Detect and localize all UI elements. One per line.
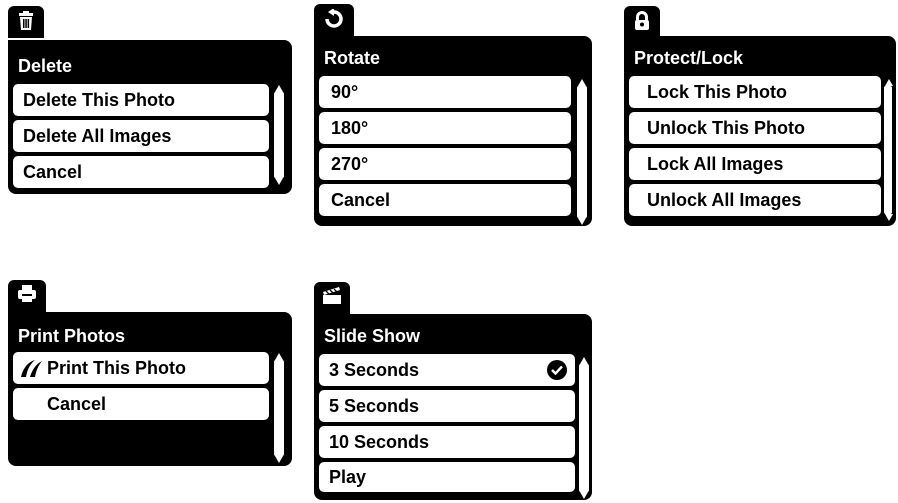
rotate-menu: Rotate 90° 180° 270° Cancel — [314, 4, 592, 226]
menu-item-cancel[interactable]: Cancel — [13, 156, 269, 188]
menu-item-label: Delete This Photo — [23, 89, 176, 110]
print-icon — [18, 285, 36, 302]
print-photos-menu-panel: Print Photos Print This Photo Cancel — [8, 312, 292, 466]
menu-item-lock-this-photo[interactable]: Lock This Photo — [629, 76, 881, 108]
protect-lock-menu-tab — [624, 6, 660, 38]
menu-item-label: Print This Photo — [47, 357, 186, 378]
menu-item-delete-all-images[interactable]: Delete All Images — [13, 120, 269, 152]
print-photos-menu-scrollbar[interactable] — [274, 353, 284, 463]
menu-item-label: Unlock All Images — [647, 189, 802, 210]
menu-item-3-seconds[interactable]: 3 Seconds — [319, 354, 575, 386]
menu-item-lock-all-images[interactable]: Lock All Images — [629, 148, 881, 180]
menu-item-label: Lock All Images — [647, 153, 784, 174]
print-photos-menu: Print Photos Print This Photo Cancel — [8, 280, 292, 466]
slide-show-menu-scrollbar[interactable] — [579, 357, 589, 499]
protect-lock-menu-title: Protect/Lock — [634, 48, 744, 68]
rotate-icon — [325, 9, 343, 28]
menu-item-unlock-this-photo[interactable]: Unlock This Photo — [629, 112, 881, 144]
print-photos-menu-title: Print Photos — [18, 326, 125, 346]
menu-item-label: Unlock This Photo — [647, 117, 806, 138]
menu-item-label: 180° — [331, 117, 369, 138]
delete-menu: Delete Delete This Photo Delete All Imag… — [8, 6, 292, 194]
menu-item-label: 90° — [331, 81, 359, 102]
menu-item-unlock-all-images[interactable]: Unlock All Images — [629, 184, 881, 216]
menu-item-label: 10 Seconds — [329, 431, 430, 452]
slide-show-menu-panel: Slide Show 3 Seconds 5 Seconds 10 Second… — [314, 314, 592, 500]
checkmark-icon — [547, 360, 567, 380]
rotate-menu-panel: Rotate 90° 180° 270° Cancel — [314, 36, 592, 226]
menu-item-label: Lock This Photo — [647, 81, 788, 102]
print-photos-menu-tab — [8, 280, 46, 312]
menu-item-90-degrees[interactable]: 90° — [319, 76, 571, 108]
rotate-menu-title: Rotate — [324, 48, 381, 68]
menu-item-play[interactable]: Play — [319, 462, 575, 492]
menu-item-cancel[interactable]: Cancel — [13, 388, 269, 420]
rotate-menu-scrollbar[interactable] — [577, 79, 587, 225]
menu-item-print-this-photo[interactable]: Print This Photo — [13, 352, 269, 384]
menu-item-delete-this-photo[interactable]: Delete This Photo — [13, 84, 269, 116]
menu-item-270-degrees[interactable]: 270° — [319, 148, 571, 180]
protect-lock-menu-panel: Protect/Lock Lock This Photo Unlock This… — [624, 36, 896, 226]
trash-icon — [19, 11, 33, 30]
pictbridge-icon — [21, 360, 42, 377]
rotate-menu-tab — [314, 4, 354, 36]
menu-item-label: 5 Seconds — [329, 395, 420, 416]
menu-item-label: Delete All Images — [23, 125, 172, 146]
menu-item-label: Play — [329, 466, 367, 487]
menu-item-5-seconds[interactable]: 5 Seconds — [319, 390, 575, 422]
menu-item-180-degrees[interactable]: 180° — [319, 112, 571, 144]
menu-item-label: 3 Seconds — [329, 359, 420, 380]
menu-item-10-seconds[interactable]: 10 Seconds — [319, 426, 575, 458]
menu-item-cancel[interactable]: Cancel — [319, 184, 571, 216]
slide-show-menu-tab — [314, 282, 350, 314]
menu-item-label: Cancel — [47, 393, 107, 414]
menu-item-label: Cancel — [331, 189, 391, 210]
delete-menu-scrollbar[interactable] — [274, 85, 284, 185]
delete-menu-tab — [8, 6, 44, 38]
slide-show-menu-title: Slide Show — [324, 326, 421, 346]
clapperboard-icon — [323, 287, 341, 304]
lock-icon — [635, 11, 649, 30]
protect-lock-menu: Protect/Lock Lock This Photo Unlock This… — [624, 6, 896, 226]
menu-item-label: Cancel — [23, 161, 83, 182]
delete-menu-panel: Delete Delete This Photo Delete All Imag… — [8, 40, 292, 194]
protect-lock-menu-scrollbar[interactable] — [884, 79, 893, 221]
slide-show-menu: Slide Show 3 Seconds 5 Seconds 10 Second… — [314, 282, 592, 500]
menu-item-label: 270° — [331, 153, 369, 174]
delete-menu-title: Delete — [18, 56, 73, 76]
